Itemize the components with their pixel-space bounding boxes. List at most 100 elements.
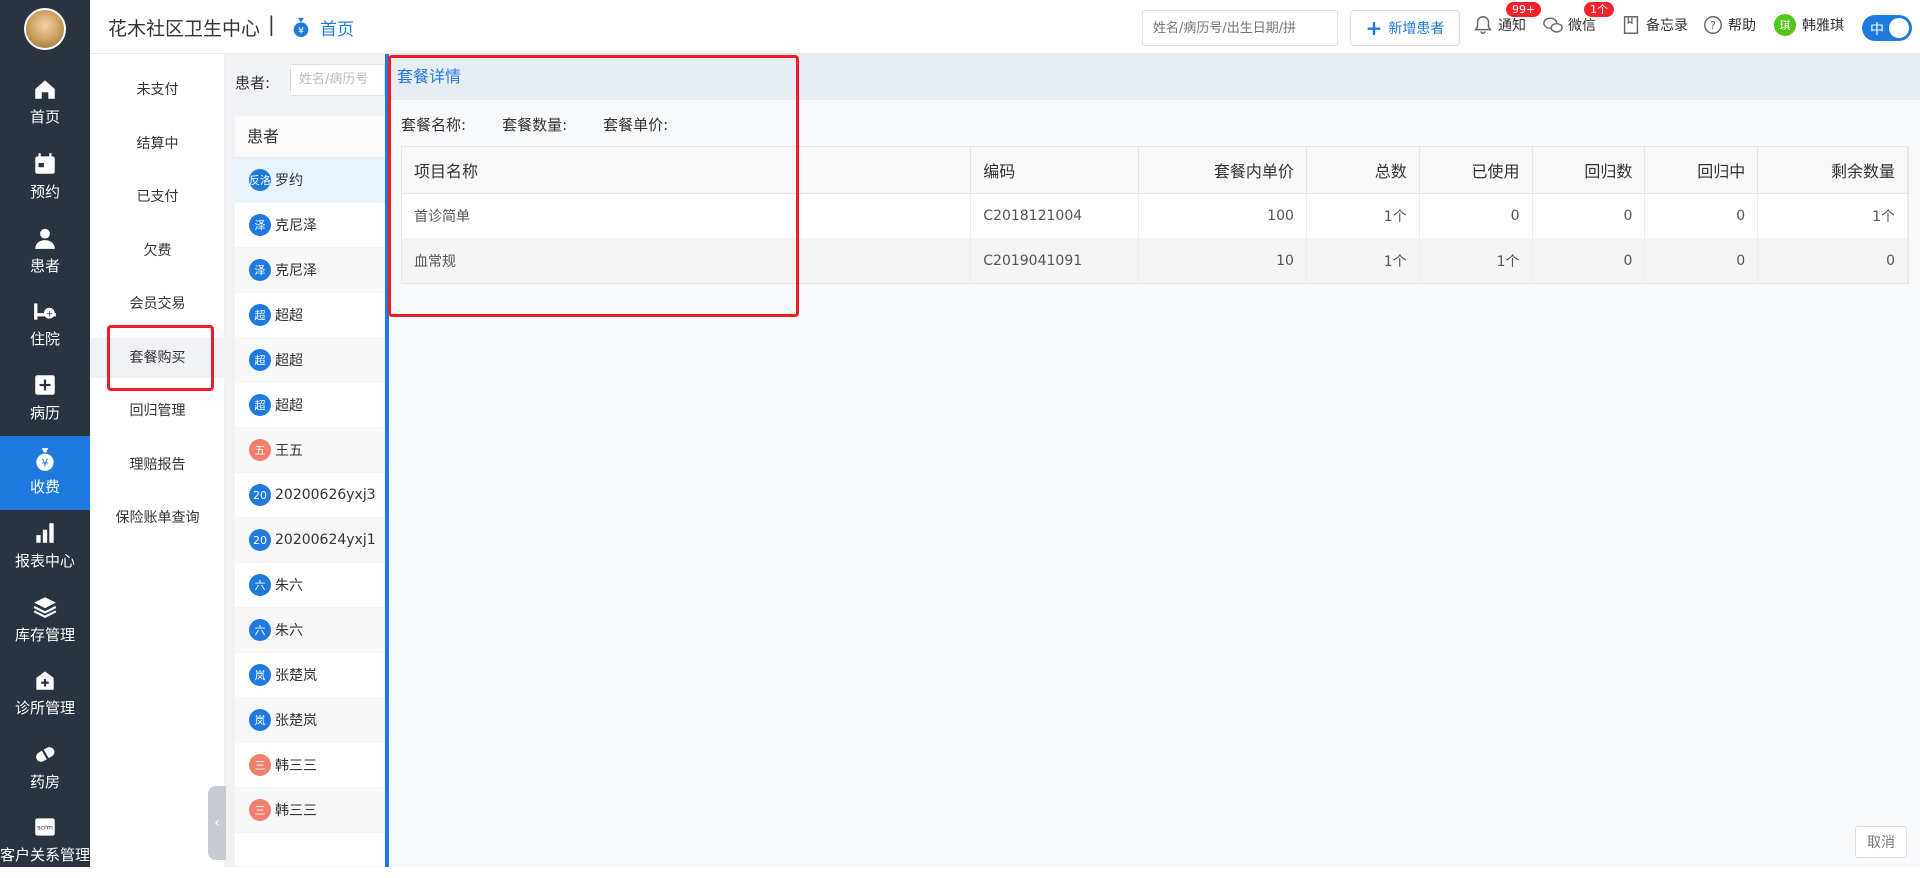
table-cell: 0 bbox=[1419, 193, 1533, 238]
clinic-avatar[interactable] bbox=[24, 8, 66, 50]
tab-home[interactable]: ¥ 首页 bbox=[290, 12, 354, 42]
money-bag-icon: ¥ bbox=[293, 17, 309, 38]
subnav-item-0[interactable]: 未支付 bbox=[90, 70, 225, 110]
svg-text:?: ? bbox=[1710, 19, 1716, 32]
nav-item-3[interactable]: + 住院 bbox=[0, 288, 90, 362]
search-input[interactable] bbox=[1142, 10, 1338, 46]
patient-name: 朱六 bbox=[275, 578, 303, 594]
patient-row[interactable]: 五王五 bbox=[235, 428, 385, 473]
patient-avatar: 超 bbox=[249, 349, 271, 371]
patient-name: 罗约 bbox=[275, 173, 303, 189]
cancel-button[interactable]: 取消 bbox=[1855, 826, 1907, 858]
patient-column: 患者: 姓名/病历号 患者 反洛 罗约泽克尼泽泽克尼泽超超超超超超超超超五王五 20… bbox=[225, 54, 385, 867]
nav-item-7[interactable]: 库存管理 bbox=[0, 584, 90, 658]
memo-label: 备忘录 bbox=[1646, 18, 1688, 34]
memo-link[interactable]: 备忘录 bbox=[1620, 14, 1688, 36]
language-toggle[interactable]: 中 bbox=[1862, 15, 1912, 41]
package-qty-label: 套餐数量: bbox=[502, 116, 568, 134]
patient-avatar: 岚 bbox=[249, 709, 271, 731]
patient-avatar: 岚 bbox=[249, 664, 271, 686]
patient-search-input[interactable]: 姓名/病历号 bbox=[290, 64, 385, 96]
patient-row[interactable]: 三韩三三 bbox=[235, 743, 385, 788]
subnav-item-3[interactable]: 欠费 bbox=[90, 231, 225, 271]
wechat-icon bbox=[1543, 17, 1563, 33]
patient-avatar: 超 bbox=[249, 304, 271, 326]
calendar-icon bbox=[35, 153, 55, 174]
patient-avatar: 六 bbox=[249, 574, 271, 596]
patient-name: 20200626yxj3 bbox=[275, 487, 376, 503]
table-cell: 0 bbox=[1532, 238, 1646, 283]
help-link[interactable]: ? 帮助 bbox=[1702, 14, 1756, 36]
patient-name: 超超 bbox=[275, 398, 303, 414]
nav-item-label: 报表中心 bbox=[14, 552, 75, 570]
patient-row[interactable]: 六朱六 bbox=[235, 608, 385, 653]
table-cell: 0 bbox=[1644, 238, 1759, 283]
subnav-item-5[interactable]: 套餐购买 bbox=[90, 337, 225, 378]
wechat-link[interactable]: 微信 bbox=[1542, 14, 1596, 36]
patient-row[interactable]: 岚张楚岚 bbox=[235, 653, 385, 698]
patient-name: 克尼泽 bbox=[275, 263, 317, 279]
table-row[interactable]: 血常规 C2019041091 10 1个 1个 0 0 0 bbox=[402, 238, 1908, 283]
subnav-item-4[interactable]: 会员交易 bbox=[90, 284, 225, 324]
patient-avatar: 20 bbox=[249, 529, 271, 551]
table-cell: 1个 bbox=[1306, 193, 1420, 238]
nav-item-label: 预约 bbox=[29, 183, 60, 201]
nav-item-9[interactable]: 药房 bbox=[0, 731, 90, 805]
help-label: 帮助 bbox=[1728, 18, 1756, 34]
table-cell: 1个 bbox=[1757, 193, 1908, 238]
patient-name: 韩三三 bbox=[275, 758, 317, 774]
nav-item-5[interactable]: ¥ 收费 bbox=[0, 436, 90, 510]
crm-icon: scrm bbox=[35, 818, 55, 836]
svg-text:¥: ¥ bbox=[298, 25, 304, 36]
patient-name: 张楚岚 bbox=[275, 668, 317, 684]
nav-item-8[interactable]: 诊所管理 bbox=[0, 657, 90, 731]
patient-row[interactable]: 20 20200626yxj3 bbox=[235, 473, 385, 518]
nav-item-1[interactable]: 预约 bbox=[0, 141, 90, 215]
add-patient-button[interactable]: + 新增患者 bbox=[1350, 10, 1460, 46]
nav-item-6[interactable]: 报表中心 bbox=[0, 510, 90, 584]
patient-row[interactable]: 20 20200624yxj1 bbox=[235, 518, 385, 563]
patient-name: 超超 bbox=[275, 308, 303, 324]
patient-avatar: 五 bbox=[249, 439, 271, 461]
patient-row[interactable]: 岚张楚岚 bbox=[235, 698, 385, 743]
patient-avatar: 反洛 bbox=[249, 169, 271, 191]
subnav-item-6[interactable]: 回归管理 bbox=[90, 391, 225, 431]
table-cell: 1个 bbox=[1419, 238, 1533, 283]
subnav-item-7[interactable]: 理赔报告 bbox=[90, 445, 225, 485]
user-menu[interactable]: 琪 韩雅琪 bbox=[1774, 14, 1844, 36]
nav-item-label: 患者 bbox=[29, 257, 60, 275]
table-cell: 0 bbox=[1644, 193, 1759, 238]
patient-name: 张楚岚 bbox=[275, 713, 317, 729]
memo-icon bbox=[1623, 16, 1639, 34]
subnav-item-1[interactable]: 结算中 bbox=[90, 124, 225, 164]
wechat-badge: 1个 bbox=[1584, 2, 1614, 17]
patient-row[interactable]: 反洛 罗约 bbox=[235, 158, 385, 203]
nav-item-4[interactable]: 病历 bbox=[0, 362, 90, 436]
money-bag-icon: ¥ bbox=[36, 448, 54, 471]
collapse-handle[interactable]: ‹ bbox=[208, 786, 226, 860]
nav-item-0[interactable]: 首页 bbox=[0, 66, 90, 140]
patient-avatar: 三 bbox=[249, 799, 271, 821]
patient-row[interactable]: 六朱六 bbox=[235, 563, 385, 608]
patient-avatar: 超 bbox=[249, 394, 271, 416]
patient-row[interactable]: 超超超 bbox=[235, 293, 385, 338]
nav-item-label: 病历 bbox=[29, 404, 60, 422]
table-cell: 10 bbox=[1138, 238, 1307, 283]
patient-row[interactable]: 泽克尼泽 bbox=[235, 248, 385, 293]
subnav-item-8[interactable]: 保险账单查询 bbox=[90, 498, 225, 538]
table-row[interactable]: 首诊简单 C2018121004 100 1个 0 0 0 1个 bbox=[402, 193, 1908, 238]
nav-item-label: 药房 bbox=[29, 773, 60, 791]
nav-item-2[interactable]: 患者 bbox=[0, 215, 90, 289]
patient-row[interactable]: 三韩三三 bbox=[235, 788, 385, 833]
add-patient-label: 新增患者 bbox=[1388, 21, 1445, 37]
column-header: 项目名称 bbox=[402, 147, 972, 194]
charge-subnav: 未支付结算中已支付欠费会员交易套餐购买回归管理理赔报告保险账单查询 bbox=[90, 54, 225, 867]
subnav-item-2[interactable]: 已支付 bbox=[90, 177, 225, 217]
clinic-icon bbox=[36, 671, 54, 690]
patient-row[interactable]: 泽克尼泽 bbox=[235, 203, 385, 248]
notify-label: 通知 bbox=[1498, 18, 1526, 34]
nav-item-label: 库存管理 bbox=[14, 626, 75, 644]
notify-link[interactable]: 通知 bbox=[1472, 14, 1526, 36]
patient-row[interactable]: 超超超 bbox=[235, 338, 385, 383]
patient-row[interactable]: 超超超 bbox=[235, 383, 385, 428]
